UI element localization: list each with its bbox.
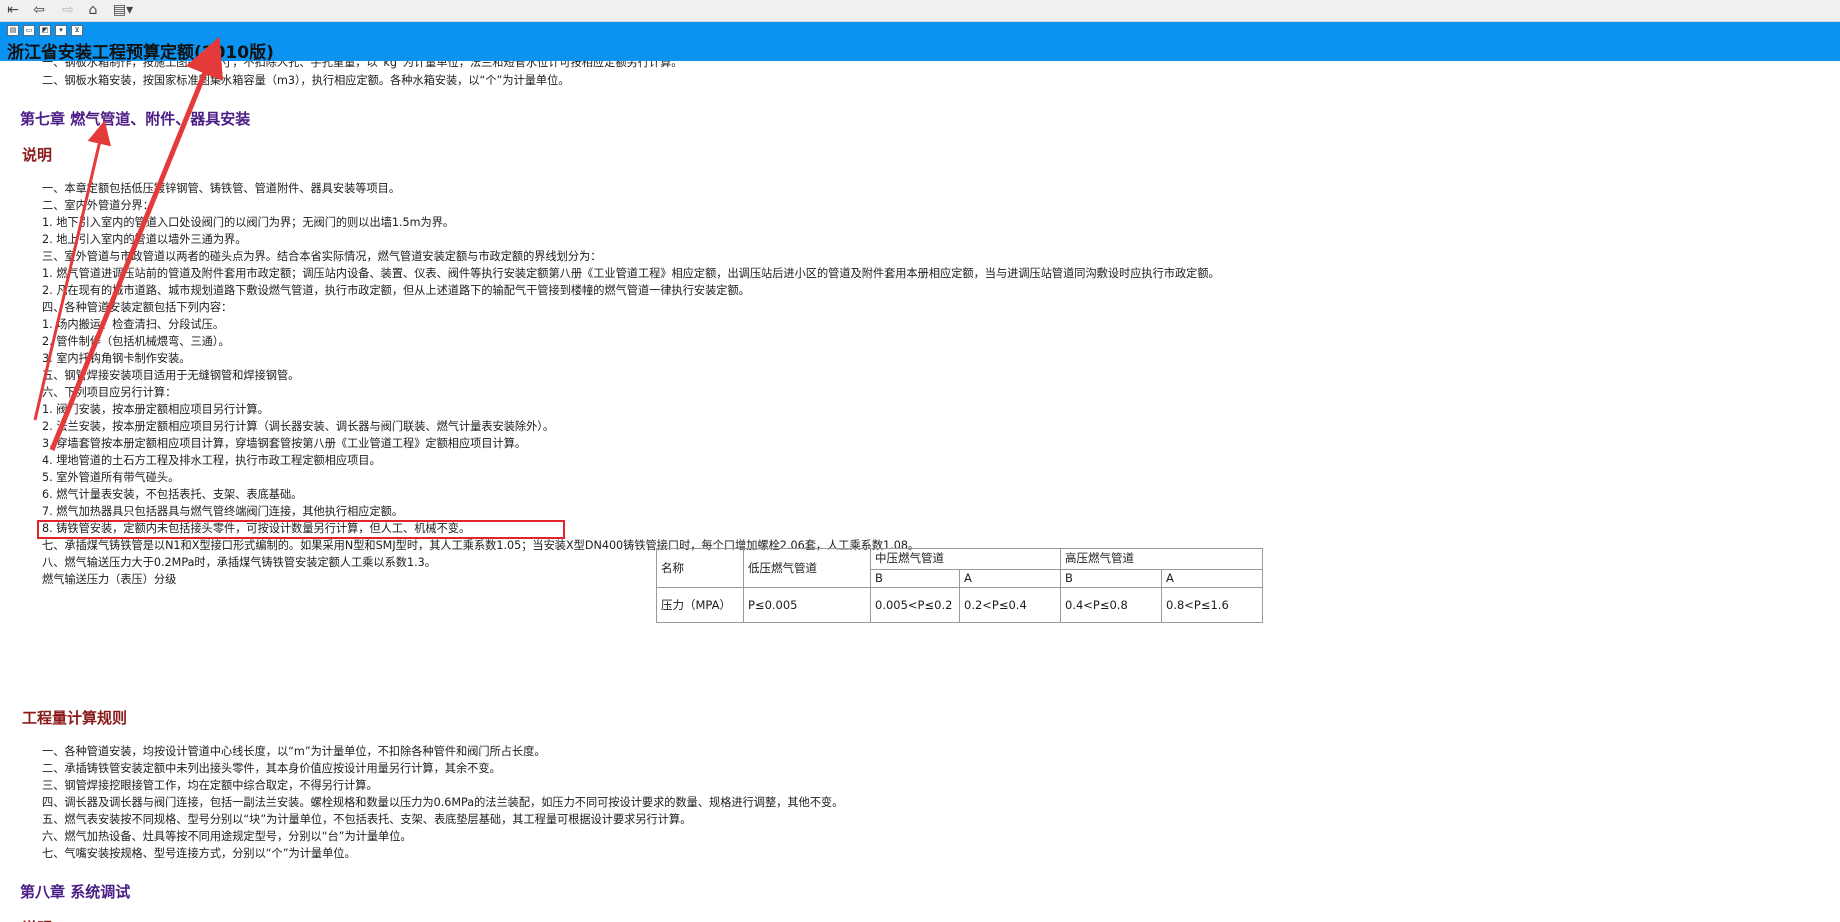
text-line: 一、本章定额包括低压镀锌钢管、铸铁管、管道附件、器具安装等项目。 <box>42 182 401 195</box>
table-cell: A <box>959 568 1061 589</box>
title-strip: ▤ ▭ ◩ ▾ ⊻ <box>0 22 1840 61</box>
table-cell: B <box>1060 568 1162 589</box>
table-cell: 0.2<P≤0.4 <box>959 587 1061 623</box>
table-cell: A <box>1161 568 1263 589</box>
text-line: 四、调长器及调长器与阀门连接，包括一副法兰安装。螺栓规格和数量以压力为0.6MP… <box>42 796 844 809</box>
text-line: 1. 场内搬运、检查清扫、分段试压。 <box>42 318 225 331</box>
pressure-grade-table: 名称 低压燃气管道 中压燃气管道 高压燃气管道 B A B A 压力（MPA） … <box>656 548 1263 623</box>
text-line: 三、钢管焊接挖眼接管工作，均在定额中综合取定，不得另行计算。 <box>42 779 378 792</box>
text-line: 1. 地下引入室内的管道入口处设阀门的以阀门为界；无阀门的则以出墙1.5m为界。 <box>42 216 455 229</box>
text-line: 4. 埋地管道的土石方工程及排水工程，执行市政工程定额相应项目。 <box>42 454 381 467</box>
table-cell: 0.8<P≤1.6 <box>1161 587 1263 623</box>
text-line: 一、钢板水箱制作，按施工图所示尺寸，不扣除人孔、手孔重量，以“kg”为计量单位，… <box>42 61 683 69</box>
table-cell: 0.4<P≤0.8 <box>1060 587 1162 623</box>
table-cell: P≤0.005 <box>743 587 871 623</box>
text-line: 5. 室外管道所有带气碰头。 <box>42 471 180 484</box>
text-line: 3. 室内托钩角钢卡制作安装。 <box>42 352 191 365</box>
highlighted-text-line: 8. 铸铁管安装，定额内未包括接头零件，可按设计数量另行计算，但人工、机械不变。 <box>42 522 471 535</box>
text-line: 七、气嘴安装按规格、型号连接方式，分别以“个”为计量单位。 <box>42 847 356 860</box>
toolbar: ⇤ ⇦ ⇨ ⌂ ▤▾ <box>0 0 1840 22</box>
home-button[interactable]: ⌂ <box>83 1 103 19</box>
text-line: 2. 法兰安装，按本册定额相应项目另行计算（调长器安装、调长器与阀门联装、燃气计… <box>42 420 555 433</box>
text-line: 六、下列项目应另行计算： <box>42 386 177 399</box>
text-line: 四、各种管道安装定额包括下列内容： <box>42 301 233 314</box>
table-row: 名称 低压燃气管道 中压燃气管道 高压燃气管道 <box>656 548 1263 588</box>
forward-button[interactable]: ⇨ <box>58 1 78 19</box>
text-line: 八、燃气输送压力大于0.2MPa时，承插煤气铸铁管安装定额人工乘以系数1.3。 <box>42 556 436 569</box>
mini-button-4[interactable]: ▾ <box>55 25 67 36</box>
mini-button-2[interactable]: ▭ <box>23 25 35 36</box>
text-line: 6. 燃气计量表安装，不包括表托、支架、表底基础。 <box>42 488 303 501</box>
toc-toggle-button[interactable]: ⇤ <box>3 1 23 19</box>
text-line: 二、钢板水箱安装，按国家标准图集水箱容量（m3），执行相应定额。各种水箱安装，以… <box>42 74 570 87</box>
table-cell: 压力（MPA） <box>656 587 744 623</box>
text-line: 1. 燃气管道进调压站前的管道及附件套用市政定额；调压站内设备、装置、仪表、阀件… <box>42 267 1220 280</box>
mini-button-5[interactable]: ⊻ <box>71 25 83 36</box>
table-row: 压力（MPA） P≤0.005 0.005<P≤0.2 0.2<P≤0.4 0.… <box>656 587 1263 623</box>
chapter-heading: 第七章 燃气管道、附件、器具安装 <box>20 110 251 128</box>
text-line: 三、室外管道与市政管道以两者的碰头点为界。结合本省实际情况，燃气管道安装定额与市… <box>42 250 602 263</box>
document-title: 浙江省安装工程预算定额(2010版) <box>7 43 274 63</box>
table-cell: 名称 <box>656 548 744 588</box>
chapter-heading: 第八章 系统调试 <box>20 883 131 901</box>
text-line: 2. 凡在现有的城市道路、城市规划道路下敷设燃气管道，执行市政定额，但从上述道路… <box>42 284 750 297</box>
table-cell: B <box>870 568 960 589</box>
text-line: 燃气输送压力（表压）分级 <box>42 573 177 586</box>
mini-button-1[interactable]: ▤ <box>7 25 19 36</box>
table-cell: 高压燃气管道 <box>1060 548 1263 570</box>
table-cell: 低压燃气管道 <box>743 548 871 588</box>
text-line: 二、承插铸铁管安装定额中未列出接头零件，其本身价值应按设计用量另行计算，其余不变… <box>42 762 501 775</box>
text-line: 2. 地上引入室内的管道以墙外三通为界。 <box>42 233 247 246</box>
back-button[interactable]: ⇦ <box>29 1 49 19</box>
mini-button-3[interactable]: ◩ <box>39 25 51 36</box>
table-cell: 中压燃气管道 <box>870 548 1061 570</box>
text-line: 六、燃气加热设备、灶具等按不同用途规定型号，分别以“台”为计量单位。 <box>42 830 412 843</box>
text-line: 五、燃气表安装按不同规格、型号分别以“块”为计量单位，不包括表托、支架、表底垫层… <box>42 813 692 826</box>
text-line: 二、室内外管道分界： <box>42 199 154 212</box>
text-line: 2. 管件制作（包括机械煨弯、三通）。 <box>42 335 230 348</box>
section-heading: 说明 <box>22 917 52 922</box>
text-line: 五、钢管焊接安装项目适用于无缝钢管和焊接钢管。 <box>42 369 300 382</box>
document-content: 一、钢板水箱制作，按施工图所示尺寸，不扣除人孔、手孔重量，以“kg”为计量单位，… <box>0 61 1840 922</box>
text-line: 一、各种管道安装，均按设计管道中心线长度，以“m”为计量单位，不扣除各种管件和阀… <box>42 745 546 758</box>
text-line: 3. 穿墙套管按本册定额相应项目计算，穿墙钢套管按第八册《工业管道工程》定额相应… <box>42 437 527 450</box>
section-heading: 工程量计算规则 <box>22 709 128 727</box>
table-cell: 0.005<P≤0.2 <box>870 587 960 623</box>
options-button[interactable]: ▤▾ <box>110 1 136 19</box>
section-heading: 说明 <box>22 146 53 164</box>
text-line: 1. 阀门安装，按本册定额相应项目另行计算。 <box>42 403 269 416</box>
text-line: 7. 燃气加热器具只包括器具与燃气管终端阀门连接，其他执行相应定额。 <box>42 505 404 518</box>
